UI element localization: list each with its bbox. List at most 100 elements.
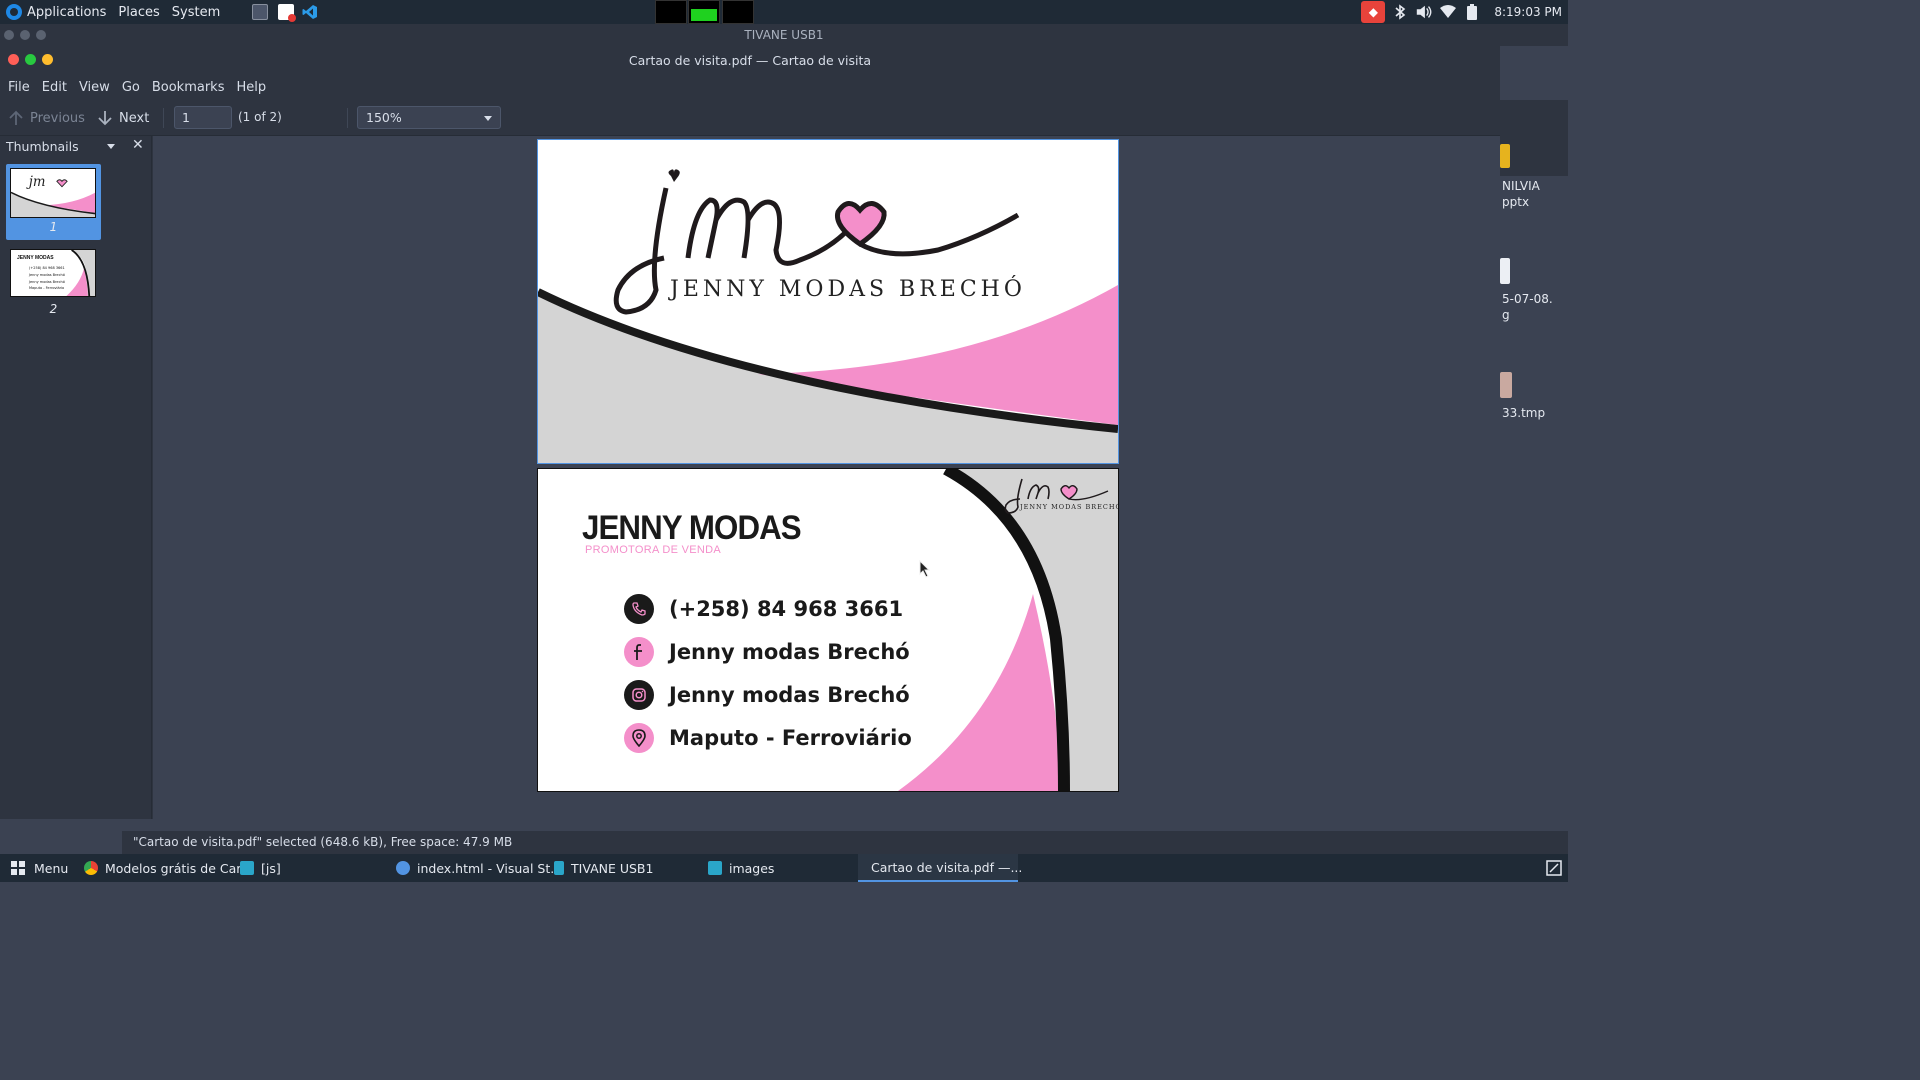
applications-label: Applications [27,4,107,20]
arrow-down-icon [97,110,113,126]
task-label: Cartao de visita.pdf —... [871,859,1023,875]
task-label: Modelos grátis de Car... [105,860,253,876]
system-tray: ◆ 8:19:03 PM [1358,0,1568,24]
menu-edit[interactable]: Edit [36,80,73,95]
minimize-button[interactable] [42,54,53,65]
card-subtitle: PROMOTORA DE VENDA [585,544,721,556]
show-desktop-icon [1546,860,1562,876]
desktop-item-label[interactable]: NILVIA pptx [1502,178,1540,210]
thumbnails-sidebar: Thumbnails ✕ jm 1 JENNY MODAS (+258) 84 … [0,136,152,819]
card-front-artwork: JENNY MODAS BRECHÓ [538,169,1118,463]
places-menu[interactable]: Places [112,0,165,24]
next-page-button[interactable]: Next [97,110,149,126]
previous-page-button[interactable]: Previous [8,110,85,126]
close-button[interactable] [8,54,19,65]
system-menu[interactable]: System [166,0,226,24]
page-number-input[interactable] [174,106,232,129]
tmp-file-icon[interactable] [1500,372,1512,398]
task-label: images [729,860,775,876]
contact-phone: (+258) 84 968 3661 [624,594,903,624]
clock[interactable]: 8:19:03 PM [1494,5,1562,19]
thumbnail-page-2[interactable]: JENNY MODAS (+258) 84 968 3661 Jenny mod… [6,244,101,322]
zoom-value: 150% [366,110,402,125]
bg-close-button[interactable] [4,30,14,40]
bg-minimize-button[interactable] [20,30,30,40]
background-window-titlebar[interactable]: TIVANE USB1 [0,24,1568,46]
folder-icon [240,861,254,875]
menu-go[interactable]: Go [116,80,146,95]
task-images-folder[interactable]: images [702,854,780,882]
thumbnail-number: 2 [49,302,58,316]
pptx-file-icon[interactable] [1500,144,1510,168]
battery-icon[interactable] [1463,3,1481,21]
window-titlebar[interactable]: Cartao de visita.pdf — Cartao de visita [0,46,1500,74]
grid-icon [11,861,25,875]
start-menu-button[interactable]: Menu [4,854,74,882]
document-viewer-window: Cartao de visita.pdf — Cartao de visita … [0,46,1500,819]
bluetooth-icon[interactable] [1391,3,1409,21]
task-label: index.html - Visual St... [417,860,563,876]
image-file-icon[interactable] [1500,258,1510,284]
desktop-item-label[interactable]: 5-07-08. g [1502,291,1553,323]
task-tivane-usb[interactable]: TIVANE USB1 [548,854,659,882]
background-panel [1500,100,1568,176]
volume-icon[interactable] [1415,3,1433,21]
statusbar: "Cartao de visita.pdf" selected (648.6 k… [0,831,1568,854]
cpu-monitor [655,0,687,24]
vscode-icon [396,861,410,875]
close-icon[interactable]: ✕ [132,137,144,153]
statusbar-left-panel [0,831,122,854]
background-window-title: TIVANE USB1 [744,28,824,42]
window-controls [8,54,53,65]
chevron-down-icon[interactable] [107,144,115,149]
thumbnail-line: (+258) 84 968 3661 [29,266,65,270]
menubar: File Edit View Go Bookmarks Help [0,74,1500,100]
contact-facebook: Jenny modas Brechó [624,637,910,667]
facebook-icon [624,637,654,667]
card-back-brand-text: JENNY MODAS BRECHÓ [1019,502,1118,511]
menu-file[interactable]: File [2,80,36,95]
task-js-folder[interactable]: [js] [234,854,287,882]
card-front-brand-text: JENNY MODAS BRECHÓ [668,275,1026,302]
wifi-icon[interactable] [1439,3,1457,21]
task-chrome[interactable]: Modelos grátis de Car... [78,854,258,882]
folder-icon [708,861,722,875]
toolbar-separator [163,108,164,128]
task-label: TIVANE USB1 [571,860,654,876]
network-monitor [722,0,754,24]
applications-menu[interactable]: Applications [0,0,112,24]
memory-monitor [688,0,720,24]
anydesk-icon[interactable]: ◆ [1361,1,1386,23]
thumbnail-number: 1 [49,220,58,234]
zoom-select[interactable]: 150% [357,106,501,129]
toolbar-separator [347,108,348,128]
task-cartao-de-visita[interactable]: Cartao de visita.pdf —... [858,854,1022,882]
show-desktop-button[interactable] [1540,854,1568,882]
svg-text:jm: jm [26,174,46,190]
task-vscode[interactable]: index.html - Visual St... [390,854,568,882]
document-view[interactable]: JENNY MODAS BRECHÓ JENNY MODAS BRECHÓ JE… [153,136,1500,819]
places-label: Places [118,4,160,20]
mouse-cursor-icon [919,560,931,578]
menu-view[interactable]: View [73,80,116,95]
pdf-page-2[interactable]: JENNY MODAS BRECHÓ JENNY MODAS PROMOTORA… [537,468,1119,792]
desktop-item-label[interactable]: 33.tmp [1502,405,1545,421]
contact-instagram: Jenny modas Brechó [624,680,910,710]
top-panel: Applications Places System ◆ 8:19:03 PM [0,0,1568,24]
thumbnail-page-1[interactable]: jm 1 [6,164,101,240]
phone-icon [624,594,654,624]
document-viewer-launcher-icon[interactable] [278,4,297,22]
bg-maximize-button[interactable] [36,30,46,40]
menu-label: Menu [34,860,69,876]
maximize-button[interactable] [25,54,36,65]
window-title: Cartao de visita.pdf — Cartao de visita [628,52,872,68]
thumbnail-image: JENNY MODAS (+258) 84 968 3661 Jenny mod… [10,249,96,297]
vscode-launcher-icon[interactable] [302,4,318,20]
menu-bookmarks[interactable]: Bookmarks [146,80,231,95]
status-text: "Cartao de visita.pdf" selected (648.6 k… [133,835,513,849]
menu-help[interactable]: Help [230,80,272,95]
terminal-launcher-icon[interactable] [252,4,269,20]
pdf-page-1[interactable]: JENNY MODAS BRECHÓ [537,139,1119,464]
sidebar-title[interactable]: Thumbnails [6,139,79,154]
distro-logo-icon [6,4,22,20]
